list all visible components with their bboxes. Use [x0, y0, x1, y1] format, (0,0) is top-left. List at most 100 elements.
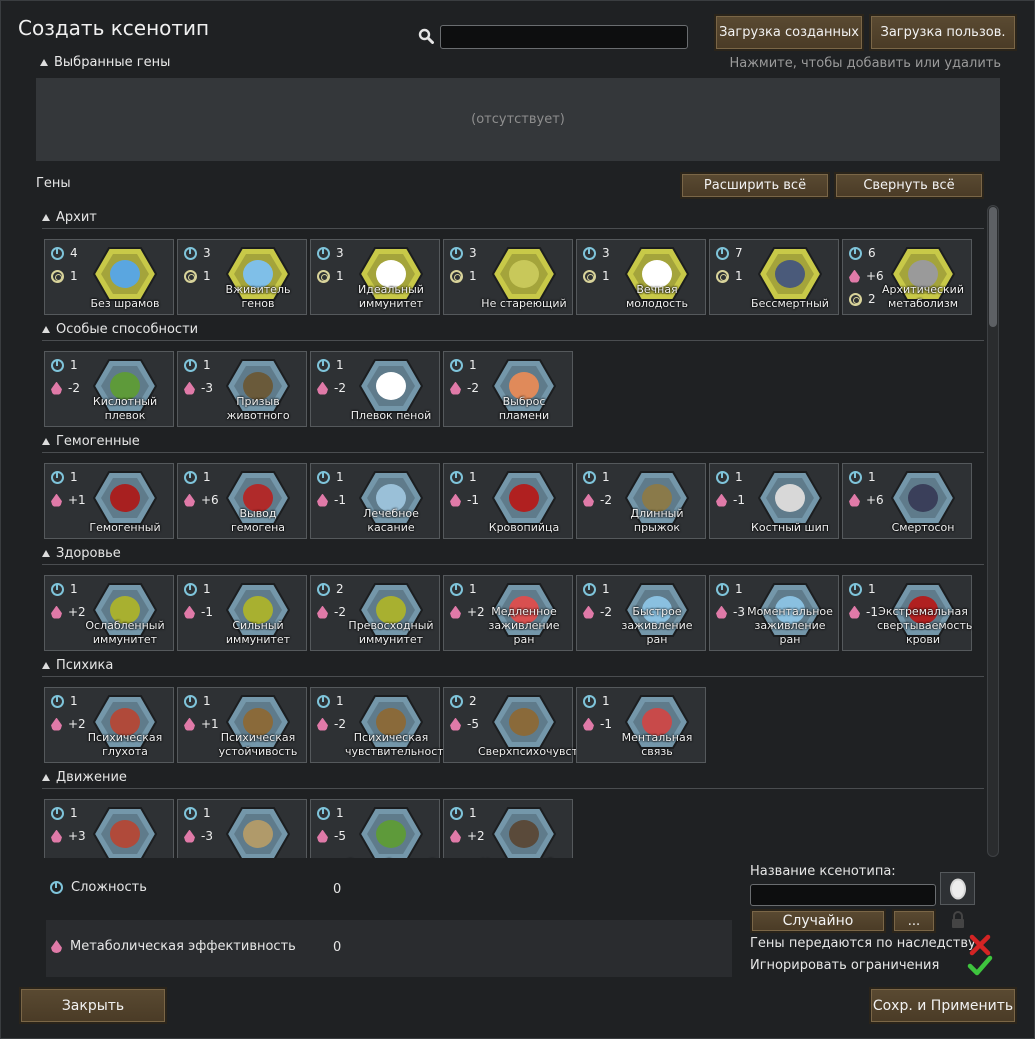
gene-name: Ослабленный иммунитет — [85, 619, 165, 646]
gene-card[interactable]: 1 +2 Ослабленный иммунитет — [44, 575, 174, 651]
category-header-3[interactable]: Здоровье — [42, 543, 984, 565]
complexity-value: 1 — [203, 806, 211, 820]
metabolism-value: -3 — [201, 829, 213, 843]
complexity-icon — [716, 470, 729, 484]
gene-card[interactable]: 1 -2 Плевок пеной — [310, 351, 440, 427]
close-button[interactable]: Закрыть — [19, 987, 167, 1024]
gene-list-scrollbar[interactable] — [987, 205, 999, 857]
collapse-all-button[interactable]: Свернуть всё — [834, 172, 984, 199]
complexity-value: 3 — [203, 246, 211, 260]
gene-card[interactable]: 1 -1 Экстремальная свертываемость крови — [842, 575, 972, 651]
gene-card[interactable]: 1 -3 — [177, 799, 307, 858]
gene-card[interactable]: 1 -2 Кислотный плевок — [44, 351, 174, 427]
category-header-2[interactable]: Гемогенные — [42, 431, 984, 453]
complexity-stat: 2 — [450, 694, 487, 708]
category-header-5[interactable]: Движение — [42, 767, 984, 789]
complexity-icon — [583, 246, 596, 260]
ignore-restrictions-checkmark-icon[interactable] — [967, 955, 993, 977]
load-created-button[interactable]: Загрузка созданных — [714, 14, 864, 51]
complexity-stat: 1 — [51, 582, 88, 596]
complexity-icon — [583, 470, 596, 484]
gene-card[interactable]: 1 -1 Кровопийца — [443, 463, 573, 539]
gene-card[interactable]: 1 +2 Медленное заживление ран — [443, 575, 573, 651]
load-custom-button[interactable]: Загрузка пользов. — [869, 14, 1017, 51]
metabolism-stat: -1 — [450, 493, 485, 507]
search-input[interactable] — [440, 25, 688, 49]
gene-card[interactable]: 1 -3 Моментальное заживление ран — [709, 575, 839, 651]
gene-card[interactable]: 7 1 Бессмертный — [709, 239, 839, 315]
xenotype-name-label: Название ксенотипа: — [750, 864, 896, 879]
gene-name: Архитический метаболизм — [882, 283, 964, 310]
complexity-icon — [51, 246, 64, 260]
gene-card[interactable]: 1 +1 Психическая устойчивость — [177, 687, 307, 763]
complexity-value: 0 — [333, 882, 342, 897]
xenotype-icon-button[interactable] — [940, 872, 975, 905]
gene-card[interactable]: 3 1 Вживитель генов — [177, 239, 307, 315]
category-label: Особые способности — [56, 322, 199, 337]
expand-all-button[interactable]: Расширить всё — [680, 172, 830, 199]
gene-card[interactable]: 1 -2 Длинный прыжок — [576, 463, 706, 539]
complexity-value: 1 — [469, 358, 477, 372]
category-label: Движение — [56, 770, 127, 785]
metabolism-value: +6 — [201, 493, 219, 507]
complexity-value: 1 — [203, 582, 211, 596]
gene-name: Психическая чувствительность — [345, 731, 451, 758]
lock-icon[interactable] — [951, 911, 965, 929]
save-apply-button[interactable]: Сохр. и Применить — [869, 987, 1017, 1024]
gene-card[interactable]: 1 -3 Призыв животного — [177, 351, 307, 427]
xenotype-head-icon — [949, 878, 966, 899]
metabolism-stat: -5 — [317, 829, 352, 843]
gene-card[interactable]: 1 -1 Сильный иммунитет — [177, 575, 307, 651]
more-options-button[interactable]: ... — [892, 909, 936, 933]
metabolism-stat: -2 — [583, 493, 618, 507]
archite-value: 1 — [336, 269, 344, 283]
gene-card[interactable]: 2 -5 Сверхпсихочувствительность — [443, 687, 651, 763]
complexity-icon — [51, 694, 64, 708]
selected-genes-area[interactable]: (отсутствует) — [36, 78, 1000, 161]
gene-card[interactable]: 1 +2 Психическая глухота — [44, 687, 174, 763]
category-header-4[interactable]: Психика — [42, 655, 984, 677]
gene-name: Очень быстрый — [345, 857, 437, 858]
gene-card[interactable]: 3 1 Вечная молодость — [576, 239, 706, 315]
xenotype-name-input[interactable] — [750, 884, 936, 906]
gene-card[interactable]: 1 +6 Вывод гемогена — [177, 463, 307, 539]
inheritable-checkbox-cross-icon[interactable] — [969, 934, 991, 956]
complexity-value: 1 — [70, 582, 78, 596]
foam-spray-icon — [359, 359, 423, 413]
category-header-1[interactable]: Особые способности — [42, 319, 984, 341]
complexity-value: 1 — [469, 582, 477, 596]
collapse-triangle-icon — [42, 438, 50, 445]
regeneration-arrows-icon — [93, 247, 157, 301]
gene-card[interactable]: 3 1 Не стареющий — [443, 239, 573, 315]
archite-value: 1 — [70, 269, 78, 283]
gene-card[interactable]: 1 +6 Смертосон — [842, 463, 972, 539]
gene-card[interactable]: 2 -2 Превосходный иммунитет — [310, 575, 440, 651]
gene-card[interactable]: 1 -1 Лечебное касание — [310, 463, 440, 539]
gene-card[interactable]: 3 1 Идеальный иммунитет — [310, 239, 440, 315]
scrollbar-thumb[interactable] — [989, 207, 997, 327]
complexity-stat: 4 — [51, 246, 88, 260]
gene-card[interactable]: 1 -2 Психическая чувствительность — [310, 687, 451, 763]
gene-card[interactable]: 4 1 Без шрамов — [44, 239, 174, 315]
gene-card[interactable]: 1 +3 — [44, 799, 174, 858]
gene-card[interactable]: 1 +1 Гемогенный — [44, 463, 174, 539]
complexity-value: 1 — [868, 470, 876, 484]
archite-icon — [716, 269, 729, 283]
selected-genes-empty: (отсутствует) — [471, 112, 565, 127]
selected-genes-header[interactable]: Выбранные гены — [40, 55, 170, 70]
skull-icon — [758, 247, 822, 301]
gene-card[interactable]: 1 -1 Костный шип — [709, 463, 839, 539]
random-name-button[interactable]: Случайно — [750, 909, 886, 933]
gene-card[interactable]: 6 +6 2 Архитический метаболизм — [842, 239, 972, 315]
metabolism-icon — [184, 717, 195, 731]
gene-card[interactable]: 1 +2 Ускорение без — [443, 799, 573, 858]
gene-card[interactable]: 1 -5 Очень быстрый — [310, 799, 440, 858]
gene-card[interactable]: 1 -2 Быстрое заживление ран — [576, 575, 706, 651]
complexity-icon — [51, 358, 64, 372]
gene-list[interactable]: Архит 4 1 Без шрамов 3 1 Вживитель генов 3 1 Идеа… — [36, 205, 986, 858]
gene-card[interactable]: 1 -2 Выброс пламени — [443, 351, 573, 427]
gene-card[interactable]: 1 -1 Ментальная связь — [576, 687, 706, 763]
metabolism-value: -2 — [334, 381, 346, 395]
archite-icon — [849, 292, 862, 306]
category-header-0[interactable]: Архит — [42, 207, 984, 229]
